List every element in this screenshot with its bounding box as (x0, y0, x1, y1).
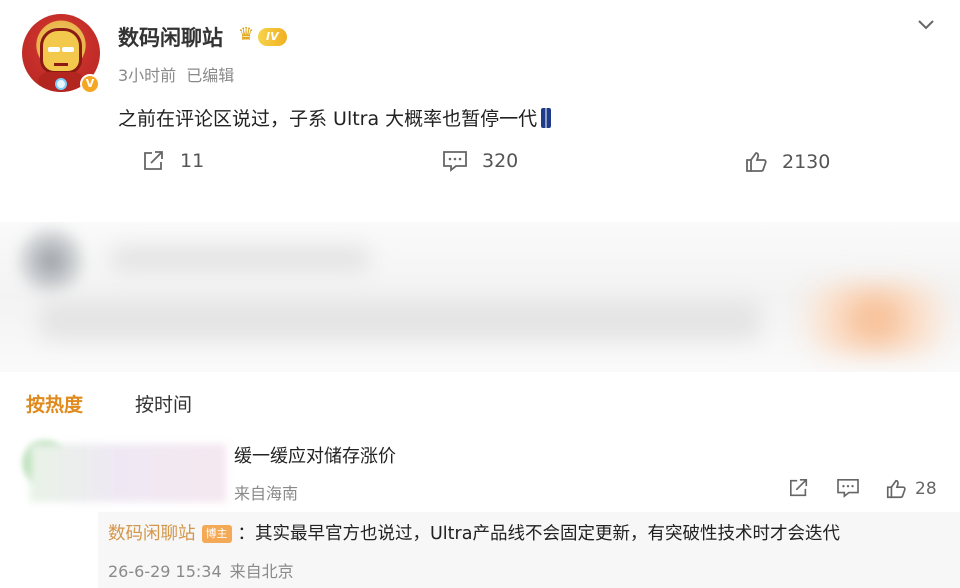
sort-by-hot-tab[interactable]: 按热度 (26, 390, 83, 417)
like-icon (746, 152, 767, 172)
comment-text: 缓一缓应对储存涨价 (234, 446, 396, 467)
comment-count: 320 (482, 150, 519, 172)
reply-text: ：其实最早官方也说过，Ultra产品线不会固定更新，有突破性技术时才会迭代 (237, 524, 840, 544)
comment-icon (837, 479, 859, 498)
avatar-mouth (54, 63, 68, 66)
post-text: 之前在评论区说过，子系 Ultra 大概率也暂停一代 (118, 108, 538, 130)
post-meta: 3小时前 已编辑 (118, 62, 234, 86)
emoji-icon (541, 108, 552, 128)
post-time: 3小时前 (118, 66, 177, 85)
sort-by-time-tab[interactable]: 按时间 (135, 390, 192, 417)
blurred-content (0, 222, 960, 372)
blurred-avatar (18, 228, 84, 294)
avatar-core (55, 78, 67, 90)
share-icon (790, 479, 808, 497)
comment-button[interactable]: 320 (442, 150, 518, 172)
comment-location: 来自海南 (234, 484, 299, 503)
comment-like-button[interactable]: 28 (885, 478, 937, 500)
author-name[interactable]: 数码闲聊站 (118, 22, 223, 52)
crown-icon: ♛ (238, 24, 255, 45)
avatar-face (40, 28, 82, 74)
reply-author[interactable]: 数码闲聊站 (108, 524, 196, 544)
share-count: 11 (180, 150, 205, 172)
share-icon (144, 151, 163, 170)
edited-label: 已编辑 (186, 66, 235, 85)
share-button[interactable]: 11 (142, 150, 204, 172)
blurred-highlight (800, 284, 950, 354)
comment-reply-button[interactable] (836, 478, 860, 498)
comment-like-count: 28 (915, 479, 937, 499)
chevron-down-icon[interactable] (914, 12, 938, 36)
like-count: 2130 (782, 151, 831, 173)
like-button[interactable]: 2130 (744, 150, 830, 174)
reply-location: 来自北京 (229, 562, 294, 581)
blurred-line (110, 246, 370, 272)
level-badge: IV (258, 28, 287, 46)
comment-icon (443, 151, 467, 172)
avatar-eye-right (62, 47, 74, 52)
reply-line: 数码闲聊站 博主 ：其实最早官方也说过，Ultra产品线不会固定更新，有突破性技术时… (108, 520, 840, 545)
owner-badge: 博主 (201, 525, 232, 543)
like-icon (886, 479, 906, 499)
commenter-name-blurred (30, 444, 226, 502)
author-reply: 数码闲聊站 博主 ：其实最早官方也说过，Ultra产品线不会固定更新，有突破性技术时… (98, 512, 960, 588)
post-body: 之前在评论区说过，子系 Ultra 大概率也暂停一代 (118, 104, 552, 131)
reply-time: 26-6-29 15:34 (108, 562, 222, 581)
blurred-line (40, 300, 760, 340)
reply-meta: 26-6-29 15:34 来自北京 (108, 558, 294, 582)
verified-badge: V (80, 74, 100, 94)
comment-share-button[interactable] (788, 478, 810, 498)
avatar-eye-left (48, 47, 60, 52)
